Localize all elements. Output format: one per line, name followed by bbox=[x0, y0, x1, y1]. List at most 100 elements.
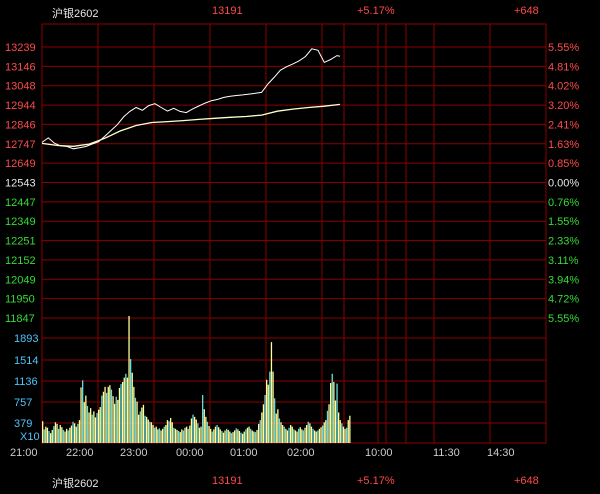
volume-bar bbox=[77, 423, 79, 443]
volume-bar bbox=[320, 427, 322, 443]
y-left-tick-label: 12944 bbox=[5, 100, 36, 112]
volume-bar bbox=[242, 433, 244, 443]
volume-bar bbox=[190, 418, 193, 443]
volume-bar bbox=[194, 416, 196, 443]
volume-bar bbox=[323, 422, 325, 443]
volume-bar bbox=[107, 386, 109, 443]
volume-bar bbox=[214, 426, 217, 443]
volume-bar bbox=[138, 414, 140, 443]
volume-bar bbox=[42, 421, 44, 443]
y-right-tick-label: 3.20% bbox=[548, 100, 579, 112]
volume-bar bbox=[139, 411, 141, 443]
y-left-tick-label: 12349 bbox=[5, 216, 36, 228]
volume-bar bbox=[328, 404, 330, 443]
volume-bar bbox=[230, 433, 233, 443]
volume-bar bbox=[154, 427, 156, 443]
volume-bar bbox=[45, 426, 47, 443]
volume-bar bbox=[122, 381, 124, 443]
volume-bar bbox=[291, 426, 293, 443]
volume-bar bbox=[134, 397, 137, 443]
y-right-tick-label: 2.33% bbox=[548, 236, 579, 248]
y-left-tick-label: 12747 bbox=[5, 139, 36, 151]
volume-bar bbox=[149, 421, 151, 443]
volume-bar bbox=[203, 409, 205, 443]
volume-bar bbox=[176, 429, 178, 443]
x-tick-label: 00:00 bbox=[176, 447, 204, 459]
volume-bar bbox=[171, 422, 173, 443]
volume-bar bbox=[133, 386, 135, 443]
volume-bar bbox=[43, 429, 45, 443]
volume-bar bbox=[307, 421, 309, 443]
volume-unit-label: X10 bbox=[20, 431, 40, 443]
volume-bar bbox=[254, 432, 257, 443]
volume-bar bbox=[277, 409, 279, 443]
y-left-tick-label: 11847 bbox=[5, 313, 35, 325]
chart-frame bbox=[41, 23, 547, 444]
volume-tick-label: 379 bbox=[14, 418, 32, 430]
volume-bar bbox=[238, 431, 241, 443]
volume-bar bbox=[213, 429, 215, 443]
volume-bar bbox=[269, 371, 271, 443]
volume-bar bbox=[341, 423, 343, 443]
intraday-chart[interactable]: 13239 5.55% 13146 4.81% 13048 4.02% 12944 3.20%… bbox=[0, 0, 600, 494]
y-right-tick-label: 0.85% bbox=[548, 158, 579, 170]
volume-bar bbox=[72, 421, 74, 443]
volume-bar bbox=[234, 430, 236, 443]
volume-bar bbox=[248, 426, 250, 443]
volume-tick-label: 1514 bbox=[14, 355, 38, 367]
volume-bar bbox=[147, 419, 149, 443]
volume-bar bbox=[264, 395, 266, 443]
volume-bar bbox=[61, 427, 63, 443]
y-left-tick-label: 12846 bbox=[5, 119, 36, 131]
volume-bar bbox=[86, 405, 89, 443]
volume-bar bbox=[187, 428, 189, 443]
volume-bar bbox=[104, 386, 106, 443]
volume-bar bbox=[256, 429, 258, 443]
volume-bar bbox=[317, 430, 319, 443]
y-left-tick-label: 12447 bbox=[5, 197, 36, 209]
volume-bar bbox=[302, 430, 305, 443]
volume-bar bbox=[162, 428, 164, 443]
x-tick-label: 21:00 bbox=[10, 447, 38, 459]
volume-bar bbox=[312, 428, 314, 443]
contract-symbol-footer[interactable]: 沪银2602 bbox=[52, 475, 98, 491]
volume-bar bbox=[112, 396, 114, 443]
volume-bar bbox=[314, 430, 316, 443]
volume-bar bbox=[130, 359, 132, 443]
volume-tick-label: 757 bbox=[14, 397, 32, 409]
volume-bar bbox=[309, 423, 311, 443]
y-left-tick-label: 12543 bbox=[5, 178, 36, 190]
volume-bar bbox=[333, 381, 335, 443]
price-line bbox=[41, 48, 341, 150]
volume-bar bbox=[82, 380, 84, 443]
volume-bar bbox=[173, 427, 175, 443]
volume-bar bbox=[278, 418, 281, 443]
volume-bar bbox=[128, 316, 130, 443]
volume-bar bbox=[342, 426, 345, 443]
last-price-footer: 13191 bbox=[212, 475, 243, 487]
y-right-tick-label: 4.02% bbox=[548, 81, 579, 93]
volume-bar bbox=[304, 427, 306, 443]
volume-bar bbox=[110, 389, 113, 443]
volume-bar bbox=[48, 431, 50, 443]
y-right-tick-label: 3.94% bbox=[548, 274, 579, 286]
volume-bar bbox=[51, 429, 53, 443]
volume-bar bbox=[272, 371, 274, 443]
volume-bar bbox=[155, 426, 157, 443]
volume-bar bbox=[150, 422, 153, 443]
volume-bar bbox=[200, 426, 202, 443]
volume-bar bbox=[53, 426, 55, 443]
volume-bar bbox=[251, 430, 253, 443]
volume-bar bbox=[58, 428, 60, 443]
volume-bar bbox=[59, 425, 61, 443]
volume-bar bbox=[78, 420, 81, 443]
volume-bar bbox=[85, 395, 87, 443]
volume-bar bbox=[262, 404, 265, 443]
volume-bar bbox=[67, 430, 69, 443]
x-tick-label: 02:00 bbox=[287, 447, 315, 459]
volume-bar bbox=[338, 412, 340, 443]
x-tick-label: 23:00 bbox=[120, 447, 148, 459]
volume-bar bbox=[258, 423, 260, 443]
change-percent-footer: +5.17% bbox=[357, 475, 395, 487]
volume-bar bbox=[245, 429, 247, 443]
